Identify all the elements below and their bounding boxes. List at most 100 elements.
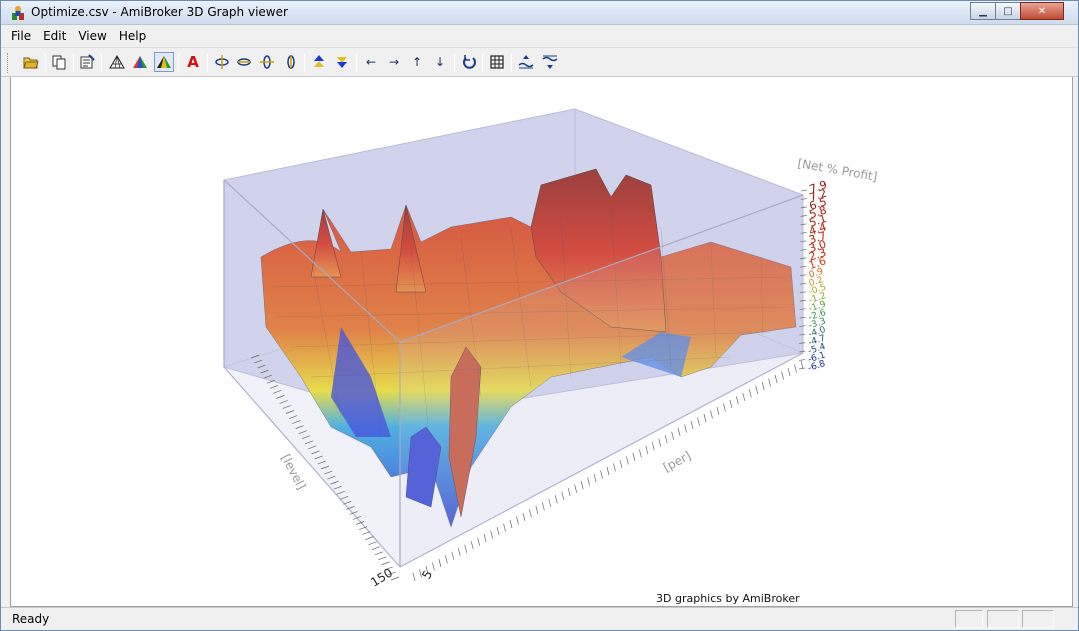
move-down-icon: ↓ (434, 55, 446, 69)
minimize-icon: ▁ (979, 5, 987, 17)
move-right-button[interactable]: → (384, 52, 404, 72)
level-tick (381, 561, 390, 566)
grid-icon (490, 55, 504, 69)
per-tick (729, 399, 733, 408)
per-tick (684, 424, 687, 433)
z-tick (798, 367, 806, 370)
title-bar[interactable]: Optimize.csv - AmiBroker 3D Graph viewer… (1, 1, 1078, 25)
rotate-y-cw-icon (287, 55, 295, 69)
per-tick (735, 396, 739, 405)
move-left-button[interactable]: ← (361, 52, 381, 72)
per-tick (645, 445, 649, 454)
rotate-x-ccw-button[interactable] (212, 52, 232, 72)
menu-file[interactable]: File (5, 29, 37, 43)
z-axis-label: [Net % Profit] (796, 156, 878, 184)
minimize-button[interactable]: ▁ (970, 2, 996, 20)
per-tick (477, 537, 481, 546)
per-tick (613, 463, 616, 472)
per-tick (470, 541, 474, 550)
level-tick (365, 536, 374, 540)
reset-view-icon (463, 55, 476, 69)
per-tick (548, 498, 552, 507)
menu-help[interactable]: Help (113, 29, 152, 43)
raise-water-level-button[interactable] (516, 52, 536, 72)
per-tick (516, 516, 519, 525)
per-tick (451, 551, 455, 560)
per-tick (800, 360, 804, 370)
shaded-button[interactable] (130, 52, 150, 72)
per-tick (755, 385, 759, 394)
per-tick (626, 456, 629, 465)
graph-viewport[interactable]: 150 5 7.9 7.2 6.5 5.8 5.1 4.4 3.7 3.0 2.3 1.6 0.9 0… (10, 77, 1073, 607)
per-tick (677, 428, 681, 437)
wireframe-icon (109, 55, 125, 69)
toolbar-separator (73, 54, 74, 72)
per-tick (554, 495, 558, 504)
rotate-y-ccw-button[interactable] (257, 52, 277, 72)
per-tick (690, 420, 694, 430)
per-tick (412, 572, 416, 582)
solid-shaded-button[interactable] (154, 52, 174, 72)
per-tick (522, 512, 526, 522)
maximize-button[interactable]: □ (995, 2, 1021, 20)
per-tick (716, 406, 720, 416)
menu-view[interactable]: View (72, 29, 112, 43)
per-tick (671, 431, 675, 440)
credit-text: 3D graphics by AmiBroker (656, 592, 800, 605)
per-tick (606, 466, 610, 476)
toolbar-grip[interactable] (7, 53, 10, 73)
per-tick (600, 470, 603, 479)
zoom-in-button[interactable] (309, 52, 329, 72)
zoom-out-button[interactable] (332, 52, 352, 72)
per-tick (768, 378, 772, 387)
toolbar-separator (304, 54, 305, 72)
shaded-icon (133, 56, 147, 68)
zoom-out-icon (337, 57, 347, 68)
per-tick (580, 481, 584, 490)
rotate-y-cw-button[interactable] (281, 52, 301, 72)
per-tick (697, 417, 700, 426)
move-up-icon: ↑ (411, 55, 423, 69)
level-tick (362, 531, 371, 535)
app-window: Optimize.csv - AmiBroker 3D Graph viewer… (0, 0, 1079, 631)
status-bar: Ready (1, 607, 1078, 630)
per-tick (438, 558, 442, 567)
level-tick (378, 556, 387, 561)
level-first-tick-label: 150 (368, 566, 395, 590)
move-up-button[interactable]: ↑ (407, 52, 427, 72)
open-file-button[interactable] (21, 52, 41, 72)
close-icon: ✕ (1037, 5, 1047, 17)
toolbar-separator (454, 54, 455, 72)
per-tick (748, 389, 752, 398)
amibroker-app-icon (12, 6, 24, 20)
properties-button[interactable] (77, 52, 97, 72)
reset-view-button[interactable] (459, 52, 479, 72)
per-tick (490, 530, 493, 539)
per-tick (787, 367, 791, 377)
status-pane-2 (987, 610, 1019, 628)
menu-edit[interactable]: Edit (37, 29, 72, 43)
y-axis-label: [per] (661, 449, 693, 475)
per-tick (638, 449, 642, 458)
toolbar-separator (178, 54, 179, 72)
per-tick (651, 442, 655, 451)
wireframe-button[interactable] (107, 52, 127, 72)
status-text: Ready (12, 612, 50, 626)
toolbar-separator (45, 54, 46, 72)
per-tick (561, 491, 565, 500)
move-down-button[interactable]: ↓ (430, 52, 450, 72)
lower-water-level-button[interactable] (540, 52, 560, 72)
rotate-x-cw-icon (237, 58, 251, 66)
close-button[interactable]: ✕ (1020, 2, 1064, 20)
move-right-icon: → (388, 55, 400, 69)
axis-labels-icon: A (187, 53, 199, 71)
copy-button[interactable] (49, 52, 69, 72)
level-tick (374, 551, 384, 556)
per-tick (632, 452, 636, 461)
menu-bar: File Edit View Help (1, 26, 1078, 46)
per-tick (593, 473, 597, 483)
grid-button[interactable] (487, 52, 507, 72)
rotate-x-cw-button[interactable] (234, 52, 254, 72)
surface-plot[interactable]: 150 5 7.97.26.55.85.14.43.73.02.31.60.90… (11, 77, 1074, 607)
axis-labels-button[interactable]: A (183, 52, 203, 72)
